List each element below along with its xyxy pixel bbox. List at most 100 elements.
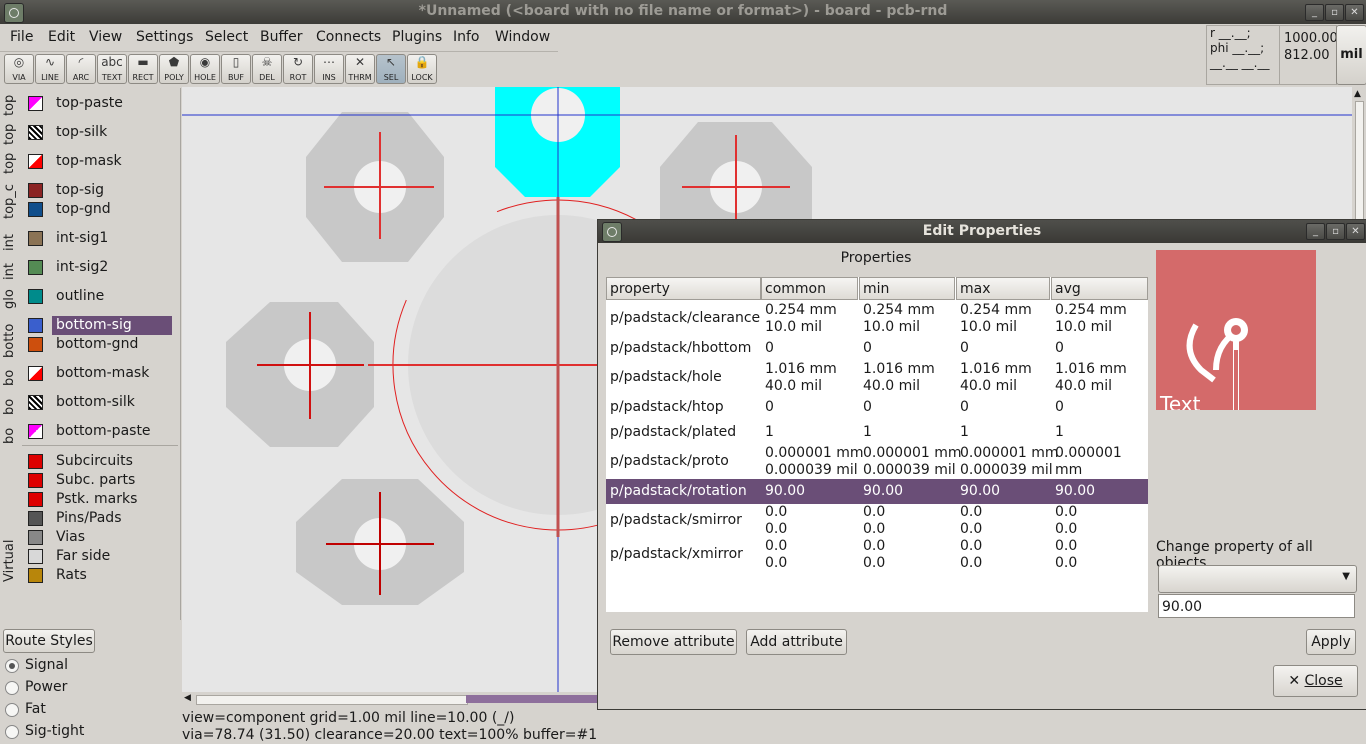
layer-group-tab[interactable]: int xyxy=(2,254,22,280)
tool-buf-button[interactable]: ▯ BUF xyxy=(221,54,251,84)
apply-button[interactable]: Apply xyxy=(1306,629,1356,655)
virtual-layer-pstk-marks[interactable]: Pstk. marks xyxy=(26,490,172,509)
layer-color-swatch[interactable] xyxy=(28,154,43,169)
layer-color-swatch[interactable] xyxy=(28,492,43,507)
layer-bottom-gnd[interactable]: bottom-gnd xyxy=(26,335,172,354)
minimize-button[interactable]: _ xyxy=(1305,4,1324,21)
tool-rect-button[interactable]: ▬ RECT xyxy=(128,54,158,84)
tool-arc-button[interactable]: ◜ ARC xyxy=(66,54,96,84)
menu-buffer[interactable]: Buffer xyxy=(260,29,303,45)
column-header-property[interactable]: property xyxy=(606,277,761,300)
menu-view[interactable]: View xyxy=(89,29,122,45)
menu-select[interactable]: Select xyxy=(205,29,248,45)
table-row[interactable]: p/padstack/rotation 90.00 90.00 90.00 90.00 xyxy=(606,479,1148,504)
tool-del-button[interactable]: ☠ DEL xyxy=(252,54,282,84)
route-styles-button[interactable]: Route Styles xyxy=(3,629,95,653)
route-style-radio-signal[interactable] xyxy=(5,659,19,673)
layer-group-tab[interactable]: int xyxy=(2,225,22,251)
layer-color-swatch[interactable] xyxy=(28,231,43,246)
layer-top-gnd[interactable]: top-gnd xyxy=(26,200,172,219)
layer-group-tab[interactable]: top xyxy=(2,90,22,116)
layer-group-tab[interactable]: top_c xyxy=(2,177,22,219)
layer-group-tab[interactable]: top xyxy=(2,148,22,174)
layer-color-swatch[interactable] xyxy=(28,511,43,526)
padstack-3[interactable] xyxy=(226,302,374,447)
tool-poly-button[interactable]: ⬟ POLY xyxy=(159,54,189,84)
virtual-layer-rats[interactable]: Rats xyxy=(26,566,172,585)
scroll-left-icon[interactable]: ◀ xyxy=(184,693,191,703)
add-attribute-button[interactable]: Add attribute xyxy=(746,629,847,655)
table-row[interactable]: p/padstack/htop 0 0 0 0 xyxy=(606,395,1148,420)
tool-rot-button[interactable]: ↻ ROT xyxy=(283,54,313,84)
menu-info[interactable]: Info xyxy=(453,29,480,45)
layer-bottom-paste[interactable]: bottom-paste xyxy=(26,422,172,441)
layer-color-swatch[interactable] xyxy=(28,473,43,488)
scroll-up-icon[interactable]: ▲ xyxy=(1354,89,1361,99)
layer-color-swatch[interactable] xyxy=(28,530,43,545)
table-row[interactable]: p/padstack/plated 1 1 1 1 xyxy=(606,420,1148,445)
layer-color-swatch[interactable] xyxy=(28,289,43,304)
layer-top-mask[interactable]: top-mask xyxy=(26,152,172,171)
layer-color-swatch[interactable] xyxy=(28,125,43,140)
remove-attribute-button[interactable]: Remove attribute xyxy=(610,629,737,655)
menu-window[interactable]: Window xyxy=(495,29,550,45)
dialog-close-x-button[interactable]: ✕ xyxy=(1346,223,1365,240)
layer-bottom-mask[interactable]: bottom-mask xyxy=(26,364,172,383)
layer-color-swatch[interactable] xyxy=(28,366,43,381)
tool-ins-button[interactable]: ⋯ INS xyxy=(314,54,344,84)
close-window-button[interactable]: ✕ xyxy=(1345,4,1364,21)
layer-group-tab[interactable]: bo xyxy=(2,360,22,386)
layer-top-silk[interactable]: top-silk xyxy=(26,123,172,142)
tool-via-button[interactable]: ◎ VIA xyxy=(4,54,34,84)
tool-lock-button[interactable]: 🔒 LOCK xyxy=(407,54,437,84)
menu-edit[interactable]: Edit xyxy=(48,29,75,45)
tool-sel-button[interactable]: ↖ SEL xyxy=(376,54,406,84)
layer-color-swatch[interactable] xyxy=(28,395,43,410)
layer-color-swatch[interactable] xyxy=(28,337,43,352)
layer-color-swatch[interactable] xyxy=(28,183,43,198)
route-style-radio-sig-tight[interactable] xyxy=(5,725,19,739)
table-row[interactable]: p/padstack/xmirror 0.0 0.0 0.0 0.0 0.0 0.0 0.0 0… xyxy=(606,538,1148,572)
close-button[interactable]: ✕ Close xyxy=(1273,665,1358,697)
layer-bottom-sig[interactable]: bottom-sig xyxy=(26,316,172,335)
layer-group-tab[interactable]: top xyxy=(2,119,22,145)
layer-color-swatch[interactable] xyxy=(28,549,43,564)
layer-group-tab[interactable]: bo xyxy=(2,389,22,415)
menu-connects[interactable]: Connects xyxy=(316,29,381,45)
padstack-1[interactable] xyxy=(306,112,444,262)
virtual-layer-subcircuits[interactable]: Subcircuits xyxy=(26,452,172,471)
layer-top-sig[interactable]: top-sig xyxy=(26,181,172,200)
menu-plugins[interactable]: Plugins xyxy=(392,29,442,45)
tool-text-button[interactable]: abc TEXT xyxy=(97,54,127,84)
layer-group-tab[interactable]: glo xyxy=(2,283,22,309)
route-style-radio-power[interactable] xyxy=(5,681,19,695)
padstack-4[interactable] xyxy=(296,479,464,605)
table-row[interactable]: p/padstack/clearance 0.254 mm 10.0 mil 0.25… xyxy=(606,302,1148,336)
layer-color-swatch[interactable] xyxy=(28,318,43,333)
tool-thrm-button[interactable]: ✕ THRM xyxy=(345,54,375,84)
virtual-layer-subc-parts[interactable]: Subc. parts xyxy=(26,471,172,490)
property-value-input[interactable]: 90.00 xyxy=(1158,594,1355,618)
layer-color-swatch[interactable] xyxy=(28,202,43,217)
table-row[interactable]: p/padstack/hole 1.016 mm 40.0 mil 1.016 mm 4… xyxy=(606,361,1148,395)
layer-int-sig2[interactable]: int-sig2 xyxy=(26,258,172,277)
menu-file[interactable]: File xyxy=(10,29,33,45)
column-header-max[interactable]: max xyxy=(956,277,1050,300)
horizontal-scroll-thumb[interactable] xyxy=(466,695,597,703)
table-row[interactable]: p/padstack/hbottom 0 0 0 0 xyxy=(606,336,1148,361)
layer-color-swatch[interactable] xyxy=(28,96,43,111)
column-header-common[interactable]: common xyxy=(761,277,858,300)
table-row[interactable]: p/padstack/smirror 0.0 0.0 0.0 0.0 0.0 0.0 0.0 0… xyxy=(606,504,1148,538)
layer-group-tab[interactable]: bo xyxy=(2,418,22,444)
column-header-avg[interactable]: avg xyxy=(1051,277,1148,300)
column-header-min[interactable]: min xyxy=(859,277,955,300)
layer-int-sig1[interactable]: int-sig1 xyxy=(26,229,172,248)
layer-color-swatch[interactable] xyxy=(28,454,43,469)
tool-line-button[interactable]: ∿ LINE xyxy=(35,54,65,84)
virtual-layer-far-side[interactable]: Far side xyxy=(26,547,172,566)
layer-color-swatch[interactable] xyxy=(28,260,43,275)
route-style-radio-fat[interactable] xyxy=(5,703,19,717)
layer-group-tab[interactable]: botto xyxy=(2,312,22,358)
property-value-combo[interactable]: ▼ xyxy=(1158,565,1357,593)
layer-outline[interactable]: outline xyxy=(26,287,172,306)
